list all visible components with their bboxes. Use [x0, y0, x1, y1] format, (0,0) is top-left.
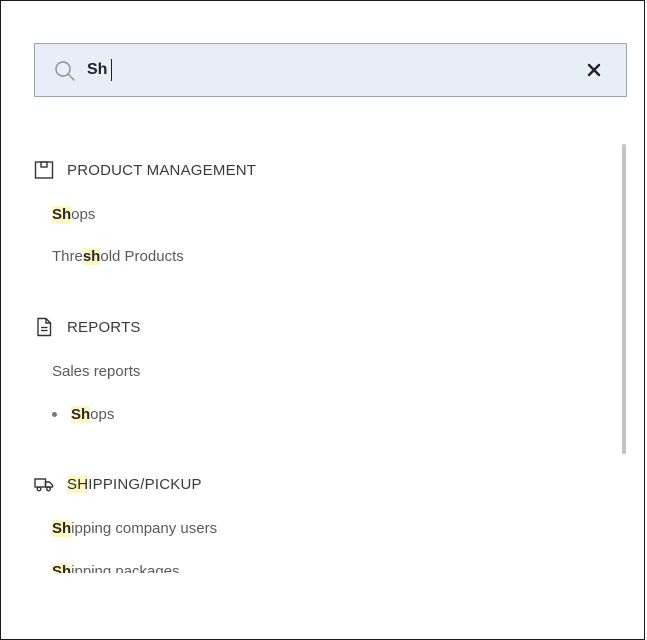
item-label: ops [90, 406, 115, 423]
item-label: ops [71, 206, 96, 223]
item-label: old Products [100, 248, 184, 265]
match-highlight: Sh [52, 206, 72, 223]
product-box-icon [34, 161, 54, 179]
result-item-shops[interactable]: Shops [52, 204, 95, 226]
item-label: Sales reports [52, 363, 141, 380]
item-label: Thre [52, 248, 83, 265]
group-product-management: PRODUCT MANAGEMENT [34, 158, 256, 182]
match-highlight: Sh [71, 406, 91, 423]
scrollbar-thumb[interactable] [622, 144, 626, 454]
document-icon [37, 317, 52, 337]
truck-icon [34, 478, 54, 492]
result-item-sales-reports[interactable]: Sales reports [52, 361, 140, 383]
active-bullet [52, 412, 57, 417]
search-box[interactable] [34, 43, 627, 97]
scroll-clip [34, 573, 614, 583]
group-label: REPORTS [67, 318, 141, 336]
result-item-shipping-company-users[interactable]: Shipping company users [52, 518, 217, 540]
result-item-shops-reports[interactable]: Shops [71, 404, 114, 426]
group-reports: REPORTS [34, 315, 141, 339]
item-label: ipping company users [71, 520, 218, 537]
match-highlight: SH [67, 475, 89, 493]
match-highlight: Sh [52, 520, 72, 537]
group-label: IPPING/PICKUP [88, 475, 202, 493]
match-highlight: sh [82, 248, 101, 265]
search-icon [55, 61, 75, 81]
clear-search-button[interactable] [584, 60, 604, 80]
search-results[interactable]: PRODUCT MANAGEMENT Shops Threshold Produ… [34, 141, 614, 583]
group-shipping-pickup: SH IPPING/PICKUP [34, 472, 202, 496]
search-panel: PRODUCT MANAGEMENT Shops Threshold Produ… [0, 0, 645, 640]
group-label: PRODUCT MANAGEMENT [67, 161, 257, 179]
result-item-threshold-products[interactable]: Threshold Products [52, 246, 184, 268]
text-caret [111, 59, 112, 81]
search-input[interactable] [87, 56, 547, 84]
